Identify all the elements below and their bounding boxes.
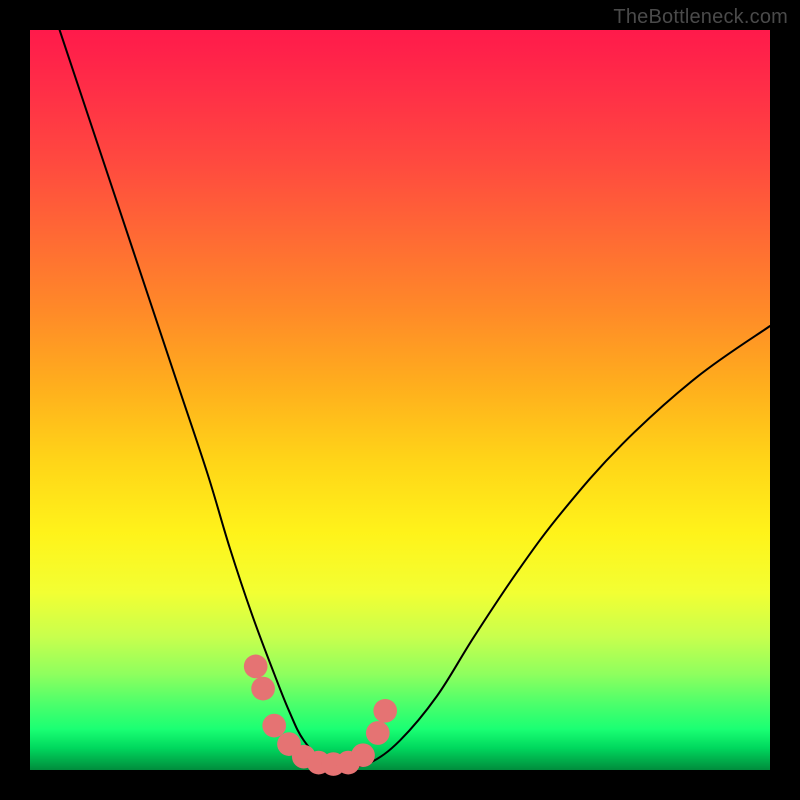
watermark-text: TheBottleneck.com — [613, 6, 788, 29]
trough-marker — [244, 655, 268, 679]
trough-markers — [244, 655, 397, 776]
trough-marker — [262, 714, 286, 738]
bottleneck-curve — [60, 30, 770, 766]
trough-marker — [251, 677, 275, 701]
trough-marker — [351, 743, 375, 767]
trough-marker — [366, 721, 390, 745]
plot-area — [30, 30, 770, 770]
chart-frame: TheBottleneck.com — [0, 0, 800, 800]
curve-svg — [30, 30, 770, 770]
trough-marker — [373, 699, 397, 723]
